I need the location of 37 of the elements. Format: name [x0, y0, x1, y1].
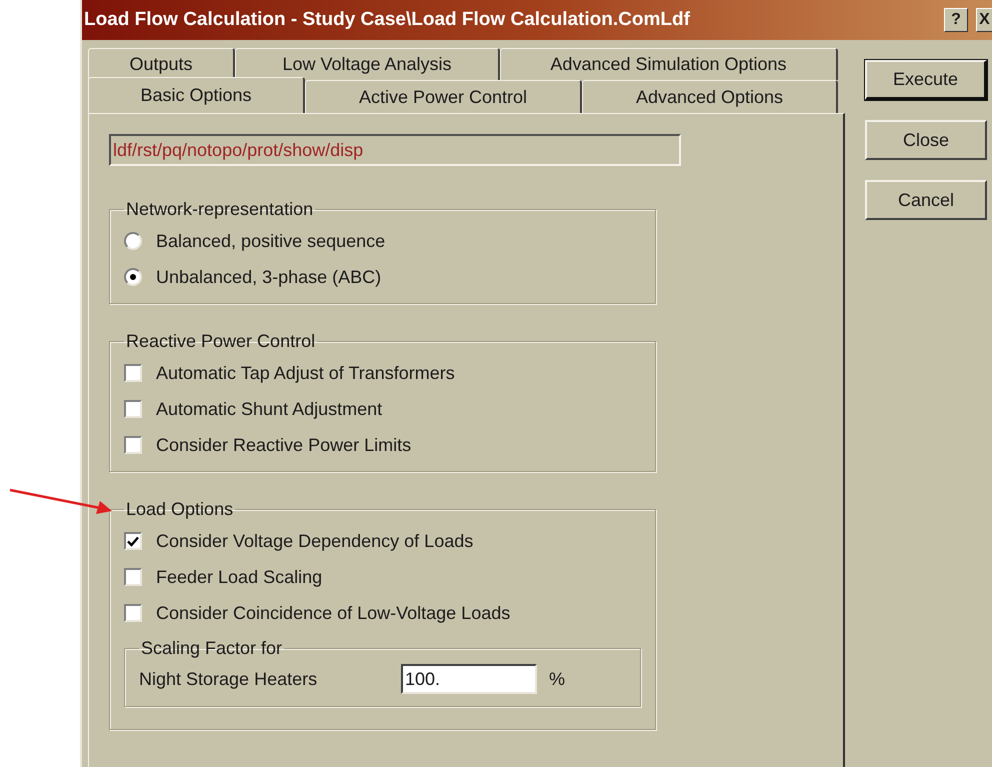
option-label: Unbalanced, 3-phase (ABC): [156, 266, 382, 289]
tab[interactable]: Active Power Control: [305, 80, 582, 113]
option-label: Balanced, positive sequence: [156, 230, 386, 253]
group-title: Load Options: [125, 498, 234, 521]
group-title: Network-representation: [125, 198, 314, 221]
tab[interactable]: Advanced Simulation Options: [500, 48, 838, 80]
radio-button[interactable]: [124, 232, 142, 250]
checkbox[interactable]: [124, 532, 142, 550]
dialog-button[interactable]: Close: [865, 120, 987, 160]
tab[interactable]: Advanced Options: [582, 80, 838, 113]
check-icon: [127, 536, 139, 546]
tab[interactable]: Outputs: [88, 48, 235, 80]
checkbox[interactable]: [124, 568, 142, 586]
dialog-button[interactable]: Execute: [865, 60, 987, 100]
option-label: Automatic Tap Adjust of Transformers: [156, 362, 455, 385]
window-close-icon-button[interactable]: X: [976, 8, 992, 32]
option-label: Consider Voltage Dependency of Loads: [156, 530, 474, 553]
tab[interactable]: Low Voltage Analysis: [235, 48, 500, 80]
field-label: Night Storage Heaters: [139, 668, 318, 691]
option-label: Feeder Load Scaling: [156, 566, 322, 589]
radio-button[interactable]: [124, 268, 142, 286]
checkbox[interactable]: [124, 604, 142, 622]
window-title: Load Flow Calculation - Study Case\Load Flow Calculation.ComLdf: [84, 8, 691, 32]
help-button[interactable]: ?: [944, 8, 968, 32]
checkbox[interactable]: [124, 364, 142, 382]
option-label: Automatic Shunt Adjustment: [156, 398, 382, 421]
checkbox[interactable]: [124, 436, 142, 454]
unit-label: %: [549, 668, 566, 690]
group-title: Reactive Power Control: [125, 330, 316, 353]
option-label: Consider Coincidence of Low-Voltage Loads: [156, 602, 510, 625]
input-field[interactable]: 100.: [401, 664, 537, 694]
tab[interactable]: Basic Options: [88, 77, 305, 113]
group-title: Scaling Factor for: [140, 637, 284, 660]
dialog-button[interactable]: Cancel: [865, 180, 987, 220]
option-label: Consider Reactive Power Limits: [156, 434, 412, 456]
command-field[interactable]: ldf/rst/pq/notopo/prot/show/disp: [109, 134, 681, 166]
checkbox[interactable]: [124, 400, 142, 418]
